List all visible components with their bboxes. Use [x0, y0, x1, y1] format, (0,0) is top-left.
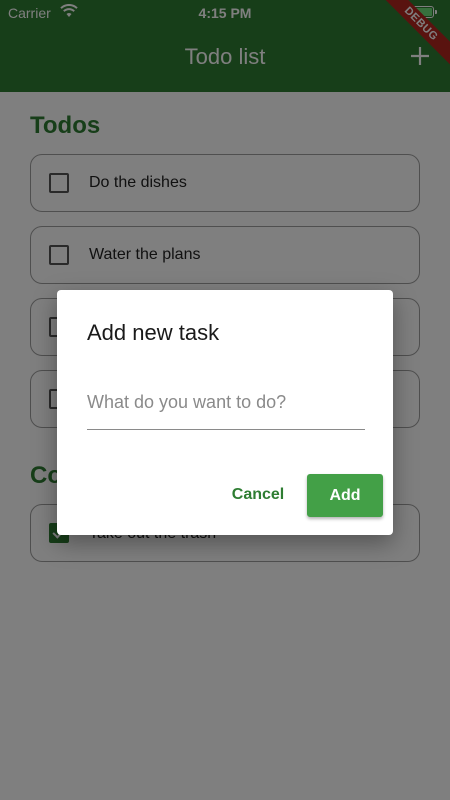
cancel-button[interactable]: Cancel	[221, 475, 295, 515]
dialog-title: Add new task	[87, 320, 220, 345]
task-input[interactable]	[87, 376, 365, 430]
add-button[interactable]: Add	[307, 474, 383, 517]
add-task-dialog: Add new task Cancel Add	[57, 290, 393, 535]
